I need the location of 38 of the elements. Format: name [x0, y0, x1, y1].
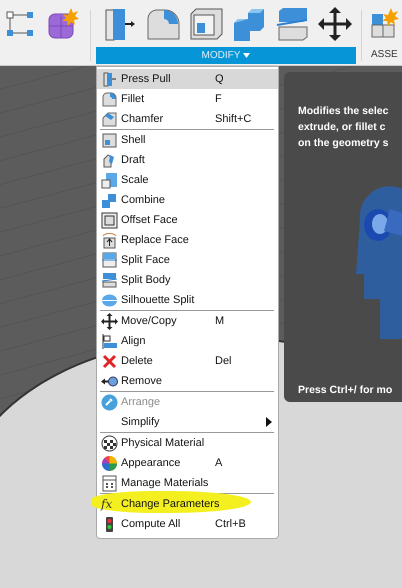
menu-item[interactable]: Shell — [97, 130, 278, 150]
menu-item[interactable]: Silhouette Split — [97, 290, 278, 310]
menu-item[interactable]: Chamfer Shift+C — [97, 109, 278, 129]
chamfer-icon — [101, 110, 118, 128]
color-wheel-icon — [101, 454, 118, 472]
menu-item[interactable]: Press Pull Q — [97, 69, 278, 89]
delete-icon — [101, 352, 118, 370]
formula-icon: fx — [101, 496, 118, 512]
caret-icon — [243, 53, 250, 58]
menu-item[interactable]: Appearance A — [97, 453, 278, 473]
menu-item[interactable]: Physical Material — [97, 433, 278, 453]
menu-item[interactable]: Split Body — [97, 270, 278, 290]
material-icon — [101, 434, 118, 452]
menu-item[interactable]: Compute All Ctrl+B — [97, 514, 278, 534]
move-icon[interactable] — [318, 6, 352, 40]
menu-item[interactable]: Replace Face — [97, 230, 278, 250]
tooltip-text: on the geometry s — [298, 136, 390, 151]
menu-item[interactable]: Manage Materials — [97, 473, 278, 493]
fillet-icon — [101, 90, 118, 108]
menu-item[interactable]: Combine — [97, 190, 278, 210]
menu-item[interactable]: Remove — [97, 371, 278, 391]
sketch-icon[interactable] — [5, 8, 35, 38]
menu-item[interactable]: fx Change Parameters — [97, 494, 278, 514]
tooltip-text: extrude, or fillet c — [298, 120, 387, 135]
assemble-label[interactable]: ASSE — [371, 47, 401, 60]
menu-item[interactable]: Align — [97, 331, 278, 351]
menu-item[interactable]: Offset Face — [97, 210, 278, 230]
tooltip-hint: Press Ctrl+/ for mo — [298, 384, 392, 396]
fillet-icon[interactable] — [146, 6, 180, 40]
menu-item[interactable]: Simplify — [97, 412, 278, 432]
menu-item[interactable]: Draft — [97, 150, 278, 170]
menu-item[interactable]: Move/Copy M — [97, 311, 278, 331]
move-icon — [101, 312, 118, 330]
menu-item[interactable]: Delete Del — [97, 351, 278, 371]
menu-item[interactable]: Fillet F — [97, 89, 278, 109]
tooltip-text: Modifies the selec — [298, 104, 390, 119]
menu-item[interactable]: Scale — [97, 170, 278, 190]
menu-item[interactable]: Split Face — [97, 250, 278, 270]
